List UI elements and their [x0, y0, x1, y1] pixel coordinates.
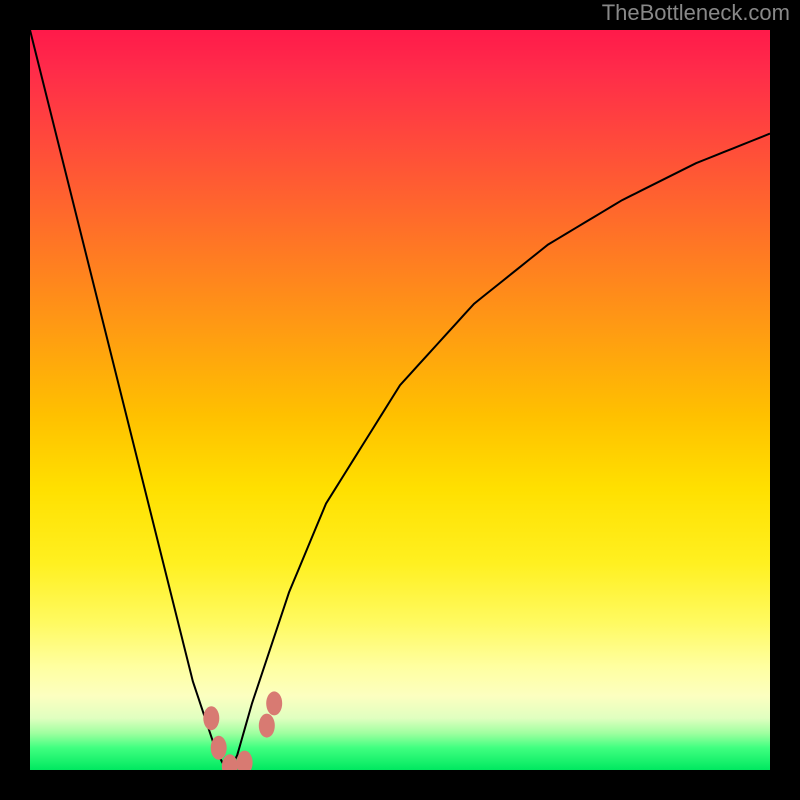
right-branch-curve: [230, 134, 770, 770]
marker-point: [203, 706, 219, 730]
left-branch-curve: [30, 30, 230, 770]
attribution-text: TheBottleneck.com: [602, 0, 790, 26]
marker-point: [211, 736, 227, 760]
marker-point: [237, 751, 253, 770]
marker-point: [259, 714, 275, 738]
data-markers: [203, 691, 282, 770]
marker-point: [266, 691, 282, 715]
plot-area: [30, 30, 770, 770]
curve-overlay: [30, 30, 770, 770]
